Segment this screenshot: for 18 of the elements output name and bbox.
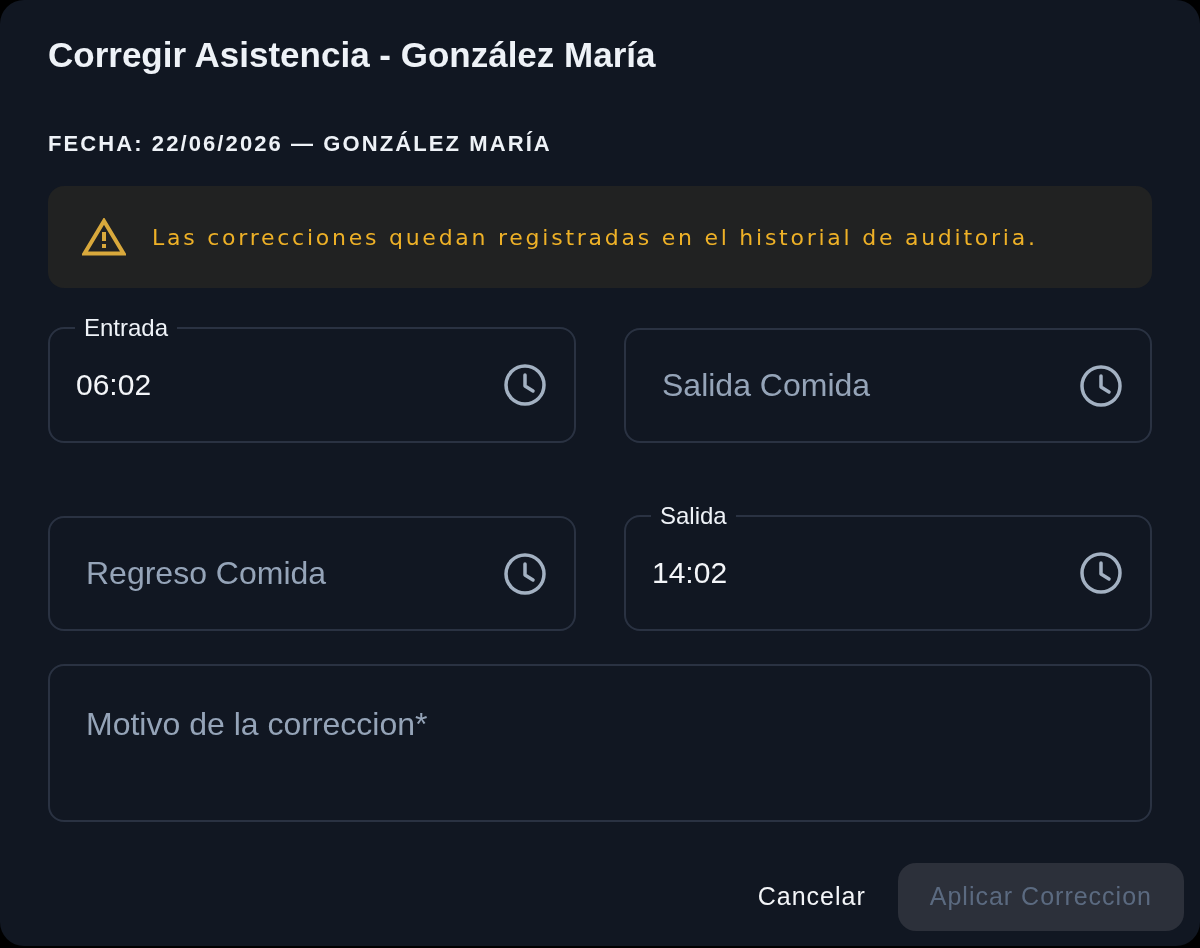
time-input[interactable]: Regreso Comida (86, 548, 504, 597)
dialog-title: Corregir Asistencia - González María (48, 34, 656, 76)
warning-icon (82, 218, 126, 256)
clock-icon[interactable] (504, 363, 546, 406)
cancel-button[interactable]: Cancelar (741, 863, 882, 931)
time-field[interactable]: Salida Comida (624, 328, 1152, 443)
reason-field[interactable]: Motivo de la correccion* (48, 664, 1152, 822)
field-label: Salida (659, 502, 728, 530)
field-label: Entrada (83, 314, 170, 342)
clock-icon[interactable] (504, 552, 546, 595)
alert-text: Las correcciones quedan registradas en el historial de auditoria. (152, 223, 1038, 252)
time-input[interactable]: 06:02 (76, 362, 504, 407)
time-input[interactable]: 14:02 (652, 550, 1080, 595)
date-subtitle: FECHA: 22/06/2026 — GONZÁLEZ MARÍA (48, 131, 552, 157)
time-field[interactable]: Regreso Comida (48, 516, 576, 631)
clock-icon[interactable] (1080, 551, 1122, 594)
clock-icon[interactable] (1080, 364, 1122, 407)
time-input[interactable]: Salida Comida (662, 360, 1080, 409)
